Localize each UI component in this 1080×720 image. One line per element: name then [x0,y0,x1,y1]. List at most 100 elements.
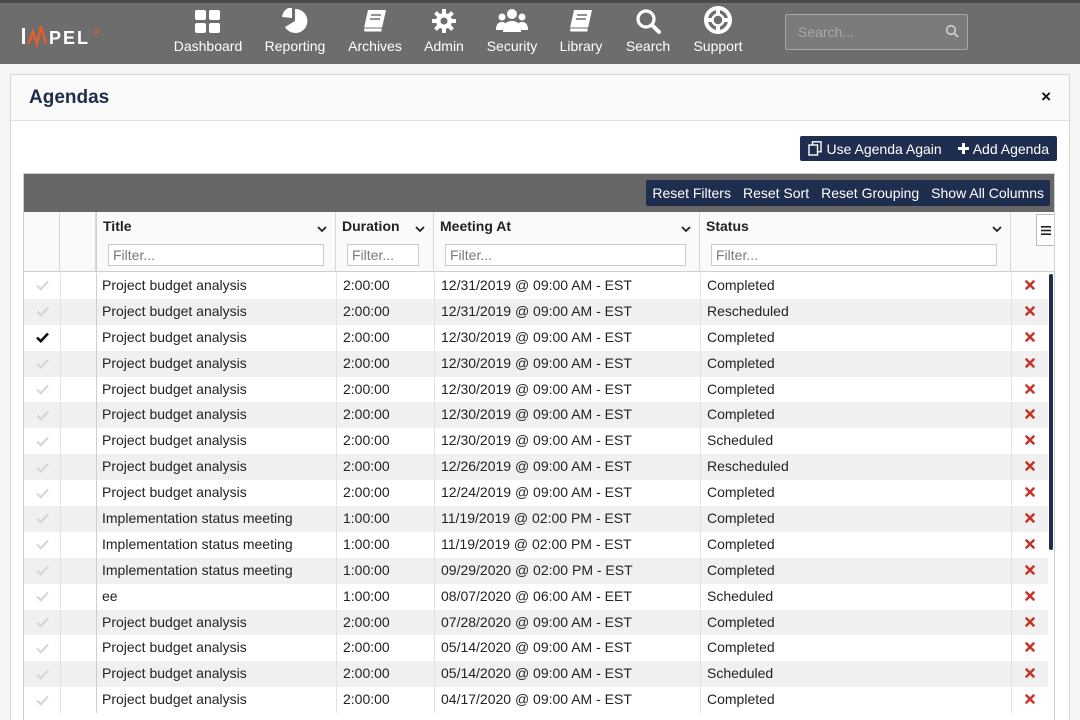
checkmark-icon[interactable] [35,402,49,428]
column-status-header[interactable]: Status [700,212,1011,272]
row-select-cell[interactable] [24,351,60,377]
checkmark-icon[interactable] [35,325,49,351]
reset-filters-button[interactable]: Reset Filters [646,180,737,206]
delete-row-button[interactable] [1011,298,1047,325]
table-row[interactable]: Project budget analysis 2:00:00 05/14/20… [24,661,1048,688]
row-select-cell[interactable] [24,454,60,480]
row-select-cell[interactable] [24,558,60,584]
checkmark-icon[interactable] [35,661,49,687]
table-row[interactable]: ee 1:00:00 08/07/2020 @ 06:00 AM - EET S… [24,583,1048,610]
table-row[interactable]: Project budget analysis 2:00:00 12/31/20… [24,298,1048,325]
checkmark-icon[interactable] [35,610,49,636]
nav-support[interactable]: Support [680,6,756,62]
grid-scrollbar[interactable] [1049,274,1053,550]
table-row[interactable]: Project budget analysis 2:00:00 07/28/20… [24,609,1048,636]
table-row[interactable]: Implementation status meeting 1:00:00 11… [24,531,1048,558]
checkmark-icon[interactable] [35,480,49,506]
delete-row-button[interactable] [1011,609,1047,636]
chevron-down-icon[interactable] [415,220,425,236]
table-row[interactable]: Project budget analysis 2:00:00 12/30/20… [24,402,1048,429]
nav-admin[interactable]: Admin [410,6,478,62]
row-select-cell[interactable] [24,325,60,351]
reset-grouping-button[interactable]: Reset Grouping [815,180,925,206]
table-row[interactable]: Project budget analysis 2:00:00 12/30/20… [24,324,1048,351]
duration-filter-input[interactable] [347,244,419,266]
add-agenda-button[interactable]: Add Agenda [950,136,1057,161]
close-icon[interactable]: × [1041,87,1051,107]
delete-row-button[interactable] [1011,661,1047,688]
delete-row-button[interactable] [1011,402,1047,429]
column-menu-button[interactable] [1036,214,1054,246]
column-duration-header[interactable]: Duration [336,212,434,272]
nav-security[interactable]: Security [478,6,546,62]
reset-sort-button[interactable]: Reset Sort [737,180,815,206]
search-icon[interactable] [945,24,959,41]
delete-row-button[interactable] [1011,557,1047,584]
nav-archives[interactable]: Archives [340,6,410,62]
row-select-cell[interactable] [24,687,60,713]
checkmark-icon[interactable] [35,687,49,713]
row-select-cell[interactable] [24,584,60,610]
table-row[interactable]: Project budget analysis 2:00:00 12/24/20… [24,480,1048,507]
row-select-cell[interactable] [24,428,60,454]
delete-row-button[interactable] [1011,273,1047,299]
chevron-down-icon[interactable] [317,220,327,236]
use-agenda-again-button[interactable]: Use Agenda Again [800,136,949,161]
table-row[interactable]: Project budget analysis 2:00:00 12/31/20… [24,273,1048,299]
row-select-cell[interactable] [24,480,60,506]
checkmark-icon[interactable] [35,351,49,377]
title-filter-input[interactable] [108,244,324,266]
row-select-cell[interactable] [24,635,60,661]
checkmark-icon[interactable] [35,273,49,299]
delete-row-button[interactable] [1011,454,1047,481]
row-select-cell[interactable] [24,506,60,532]
checkmark-icon[interactable] [35,558,49,584]
table-row[interactable]: Implementation status meeting 1:00:00 11… [24,506,1048,532]
checkmark-icon[interactable] [35,506,49,532]
nav-dashboard[interactable]: Dashboard [166,6,250,62]
row-select-cell[interactable] [24,661,60,687]
delete-row-button[interactable] [1011,506,1047,532]
checkmark-icon[interactable] [35,532,49,558]
checkmark-icon[interactable] [35,299,49,325]
meeting-at-filter-input[interactable] [445,244,686,266]
row-select-cell[interactable] [24,532,60,558]
row-select-cell[interactable] [24,377,60,403]
table-row[interactable]: Project budget analysis 2:00:00 05/14/20… [24,635,1048,662]
search-input[interactable] [786,15,936,49]
row-select-cell[interactable] [24,402,60,428]
column-meeting-at-header[interactable]: Meeting At [434,212,700,272]
delete-row-button[interactable] [1011,324,1047,351]
checkmark-icon[interactable] [35,428,49,454]
delete-row-button[interactable] [1011,531,1047,558]
table-row[interactable]: Project budget analysis 2:00:00 12/30/20… [24,350,1048,377]
checkmark-icon[interactable] [35,454,49,480]
delete-row-button[interactable] [1011,350,1047,377]
checkmark-icon[interactable] [35,584,49,610]
show-all-columns-button[interactable]: Show All Columns [925,180,1050,206]
nav-library[interactable]: Library [546,6,616,62]
delete-row-button[interactable] [1011,687,1047,714]
chevron-down-icon[interactable] [992,220,1002,236]
table-row[interactable]: Project budget analysis 2:00:00 12/30/20… [24,428,1048,455]
nav-search[interactable]: Search [616,6,680,62]
row-select-cell[interactable] [24,273,60,299]
delete-row-button[interactable] [1011,635,1047,662]
delete-row-button[interactable] [1011,583,1047,610]
chevron-down-icon[interactable] [681,220,691,236]
delete-row-button[interactable] [1011,480,1047,507]
table-row[interactable]: Implementation status meeting 1:00:00 09… [24,557,1048,584]
status-filter-input[interactable] [711,244,997,266]
table-row[interactable]: Project budget analysis 2:00:00 04/17/20… [24,687,1048,714]
checkmark-icon[interactable] [35,377,49,403]
delete-row-button[interactable] [1011,428,1047,455]
nav-reporting[interactable]: Reporting [250,6,340,62]
table-row[interactable]: Project budget analysis 2:00:00 12/30/20… [24,376,1048,403]
delete-row-button[interactable] [1011,376,1047,403]
table-row[interactable]: Project budget analysis 2:00:00 12/26/20… [24,454,1048,481]
row-select-cell[interactable] [24,610,60,636]
brand-logo[interactable]: PEL x [22,20,104,50]
row-select-cell[interactable] [24,299,60,325]
column-title-header[interactable]: Title [96,212,336,272]
checkmark-icon[interactable] [35,635,49,661]
